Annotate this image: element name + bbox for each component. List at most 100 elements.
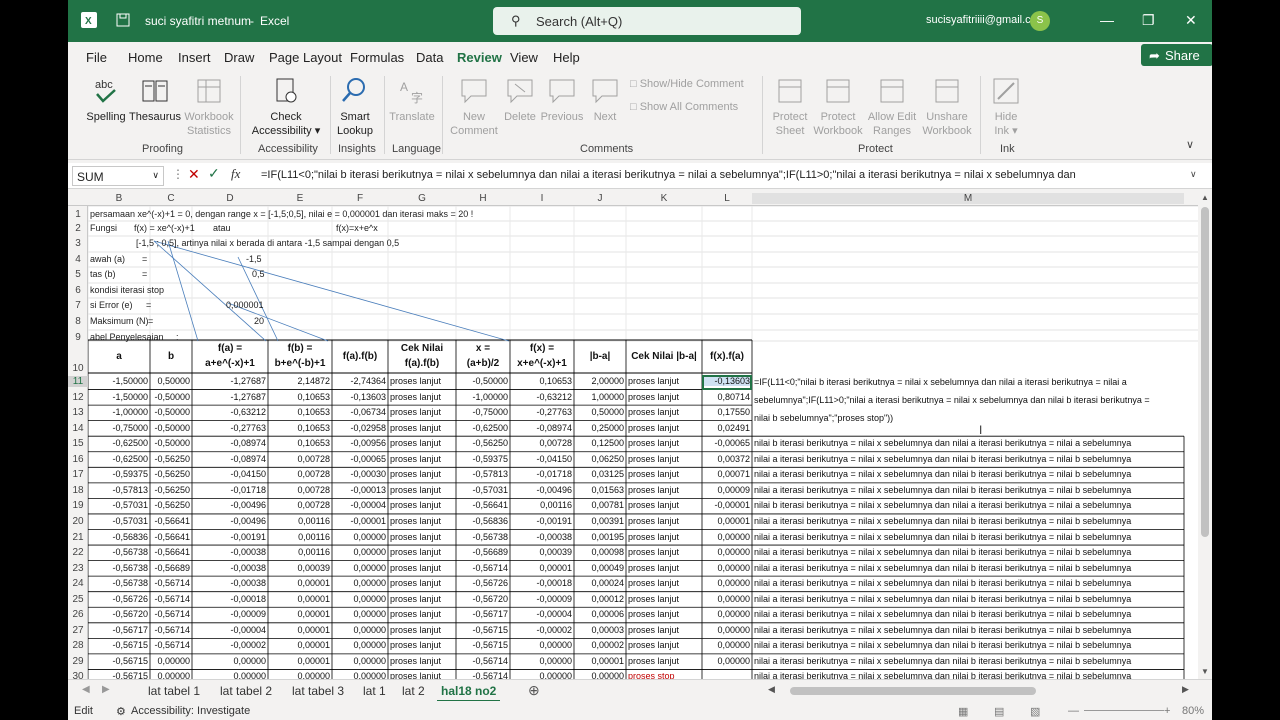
table-cell[interactable]: -0,01718 (512, 469, 572, 479)
table-cell[interactable]: -0,08974 (194, 438, 266, 448)
table-cell[interactable]: 0,00781 (576, 500, 624, 510)
table-cell[interactable]: proses lanjut (390, 578, 454, 588)
col-header-g[interactable]: G (388, 193, 456, 204)
table-cell[interactable]: 0,00000 (334, 578, 386, 588)
table-cell[interactable]: -0,56836 (458, 516, 508, 526)
table-cell[interactable]: -0,50000 (152, 392, 190, 402)
row-number[interactable]: 16 (68, 454, 88, 465)
hide-ink-button[interactable]: Hide Ink ▾ (986, 76, 1026, 138)
result-cell[interactable]: nilai a iterasi berikutnya = nilai x seb… (754, 609, 1182, 619)
table-cell[interactable]: proses lanjut (390, 563, 454, 573)
table-cell[interactable]: proses lanjut (628, 609, 700, 619)
table-cell[interactable]: 0,00000 (334, 640, 386, 650)
tab-home[interactable]: Home (128, 50, 163, 65)
normal-view-icon[interactable]: ▦ (958, 705, 968, 718)
table-cell[interactable]: -1,00000 (90, 407, 148, 417)
table-cell[interactable]: -0,50000 (152, 438, 190, 448)
table-cell[interactable]: proses lanjut (390, 532, 454, 542)
scroll-thumb[interactable] (1201, 207, 1209, 537)
collapse-ribbon-icon[interactable]: ∨ (1186, 138, 1194, 151)
col-header-b[interactable]: B (88, 193, 150, 204)
table-cell[interactable]: -0,62500 (90, 454, 148, 464)
row-number[interactable]: 10 (68, 363, 88, 374)
table-cell[interactable]: 0,00728 (270, 469, 330, 479)
tab-data[interactable]: Data (416, 50, 443, 65)
table-cell[interactable]: -0,00004 (334, 500, 386, 510)
tab-file[interactable]: File (86, 50, 107, 65)
table-cell[interactable]: proses lanjut (628, 392, 700, 402)
table-cell[interactable]: -0,62500 (90, 438, 148, 448)
formula-input[interactable]: =IF(L11<0;"nilai b iterasi berikutnya = … (261, 169, 1191, 181)
row-number[interactable]: 15 (68, 438, 88, 449)
table-cell[interactable]: 0,00000 (704, 532, 750, 542)
row-number[interactable]: 8 (68, 316, 88, 327)
table-cell[interactable]: -0,56714 (458, 656, 508, 666)
table-cell[interactable]: proses lanjut (390, 625, 454, 635)
table-cell[interactable]: 0,10653 (512, 376, 572, 386)
table-cell[interactable]: 0,00000 (512, 671, 572, 679)
table-cell[interactable]: -0,56689 (152, 563, 190, 573)
table-cell[interactable]: -0,56641 (152, 547, 190, 557)
result-cell[interactable]: nilai a iterasi berikutnya = nilai x seb… (754, 625, 1182, 635)
table-cell[interactable]: 0,00098 (576, 547, 624, 557)
row-number[interactable]: 11 (68, 376, 88, 387)
table-cell[interactable]: -0,00030 (334, 469, 386, 479)
zoom-out-icon[interactable]: — (1068, 705, 1079, 717)
table-cell[interactable]: -1,00000 (458, 392, 508, 402)
table-cell[interactable]: -0,00018 (194, 594, 266, 604)
table-cell[interactable]: -0,08974 (512, 423, 572, 433)
table-cell[interactable]: 0,25000 (576, 423, 624, 433)
table-cell[interactable]: 0,00000 (334, 625, 386, 635)
table-cell[interactable]: 0,50000 (576, 407, 624, 417)
result-cell[interactable]: nilai a iterasi berikutnya = nilai x seb… (754, 640, 1182, 650)
table-cell[interactable]: -0,00018 (512, 578, 572, 588)
table-cell[interactable]: 0,00039 (512, 547, 572, 557)
previous-comment-button[interactable]: Previous (540, 76, 584, 124)
table-cell[interactable]: -0,00004 (194, 625, 266, 635)
col-header-j[interactable]: J (574, 193, 626, 204)
result-cell[interactable]: nilai a iterasi berikutnya = nilai x seb… (754, 454, 1182, 464)
table-cell[interactable]: -0,56726 (90, 594, 148, 604)
table-cell[interactable]: proses lanjut (628, 500, 700, 510)
table-cell[interactable]: -0,00001 (704, 500, 750, 510)
row-number[interactable]: 18 (68, 485, 88, 496)
tab-draw[interactable]: Draw (224, 50, 254, 65)
table-cell[interactable]: 0,00116 (270, 532, 330, 542)
active-cell[interactable] (702, 375, 752, 390)
table-cell[interactable]: -0,56250 (458, 438, 508, 448)
table-cell[interactable]: 0,12500 (576, 438, 624, 448)
table-cell[interactable]: -0,00496 (512, 485, 572, 495)
smart-lookup-button[interactable]: Smart Lookup (332, 76, 378, 138)
table-cell[interactable]: proses lanjut (390, 438, 454, 448)
row-number[interactable]: 3 (68, 238, 88, 249)
table-cell[interactable]: -0,56641 (152, 516, 190, 526)
table-header-cell[interactable]: f(a).f(b) (332, 349, 388, 364)
result-cell[interactable]: nilai a iterasi berikutnya = nilai x seb… (754, 469, 1182, 479)
share-button[interactable]: ➦ Share (1141, 44, 1212, 66)
table-cell[interactable]: -0,00013 (334, 485, 386, 495)
save-icon[interactable] (116, 13, 130, 27)
table-cell[interactable]: 0,00728 (270, 485, 330, 495)
table-cell[interactable]: -0,56836 (90, 532, 148, 542)
table-cell[interactable]: proses lanjut (628, 438, 700, 448)
table-cell[interactable]: 0,00116 (512, 500, 572, 510)
search-box[interactable]: ⚲ Search (Alt+Q) (493, 7, 801, 35)
table-cell[interactable]: 0,00391 (576, 516, 624, 526)
scroll-up-icon[interactable]: ▲ (1201, 193, 1209, 202)
tab-review[interactable]: Review (457, 50, 502, 73)
thesaurus-button[interactable]: Thesaurus (128, 76, 182, 124)
table-cell[interactable]: -0,27763 (512, 407, 572, 417)
sheet-tab-lat-tabel-1[interactable]: lat tabel 1 (148, 684, 200, 698)
table-cell[interactable]: proses lanjut (628, 485, 700, 495)
table-cell[interactable]: 0,00000 (334, 547, 386, 557)
table-cell[interactable]: 0,00372 (704, 454, 750, 464)
table-cell[interactable]: proses lanjut (628, 578, 700, 588)
table-cell[interactable]: 0,17550 (704, 407, 750, 417)
row-number[interactable]: 21 (68, 532, 88, 543)
table-cell[interactable]: proses lanjut (628, 407, 700, 417)
show-hide-comment-button[interactable]: □ Show/Hide Comment (630, 78, 744, 90)
table-cell[interactable]: 0,00000 (704, 547, 750, 557)
table-cell[interactable]: proses lanjut (390, 423, 454, 433)
table-cell[interactable]: -0,04150 (194, 469, 266, 479)
show-all-comments-button[interactable]: □ Show All Comments (630, 101, 738, 113)
